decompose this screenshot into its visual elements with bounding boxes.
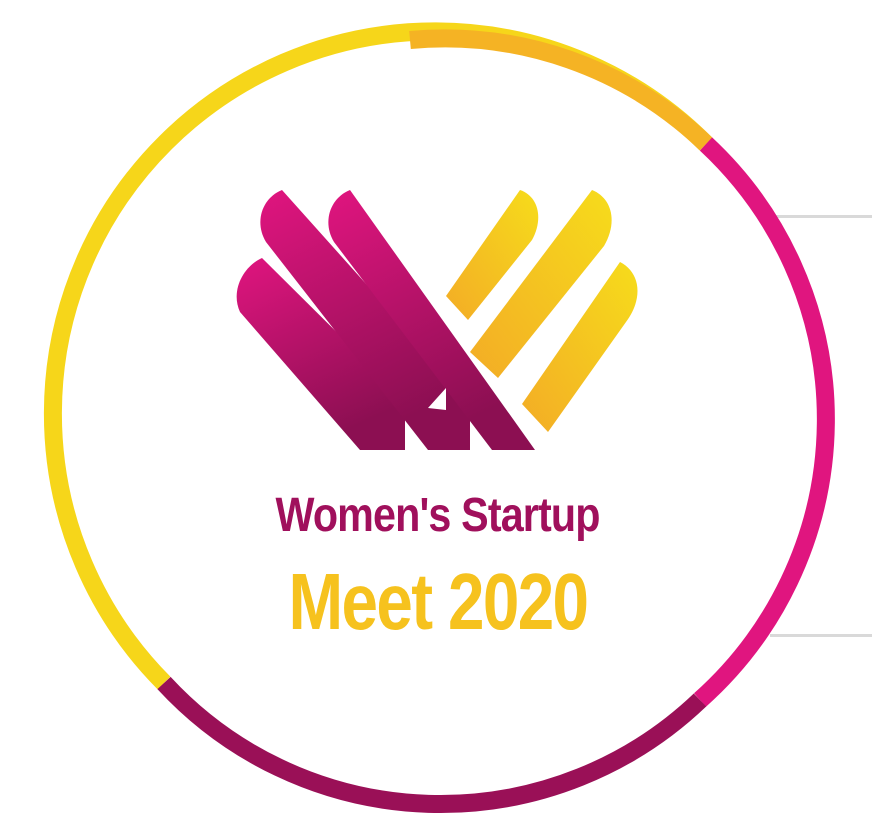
logo-title-line1: Women's Startup — [275, 489, 600, 542]
emblem — [236, 190, 638, 450]
logo-title-line2: Meet 2020 — [288, 557, 590, 646]
logo-canvas: Women's Startup Meet 2020 — [0, 0, 872, 831]
ring-segment-purple — [157, 676, 707, 814]
event-logo — [43, 22, 835, 814]
ring-segment-orange — [409, 29, 713, 151]
